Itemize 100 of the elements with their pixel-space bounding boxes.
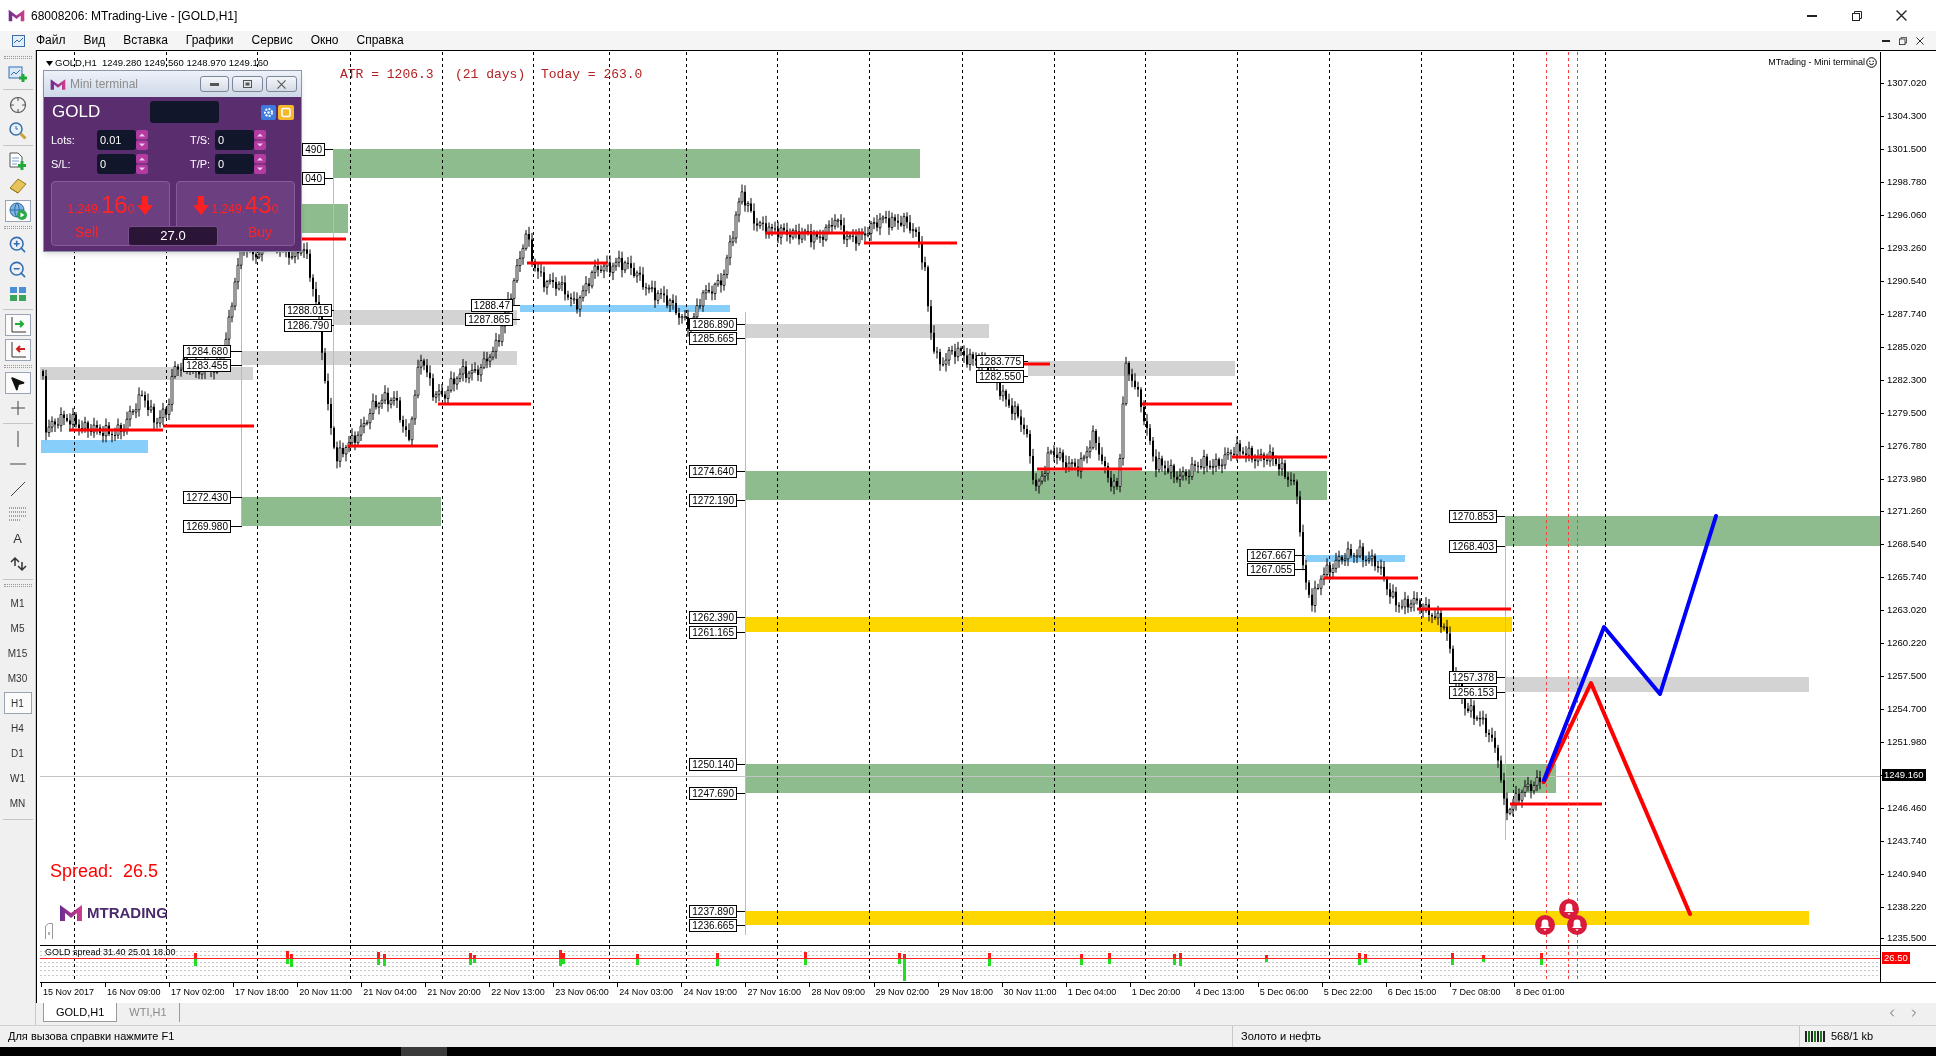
- input-field[interactable]: [150, 101, 219, 123]
- time-axis-label: 1 Dec 20:00: [1131, 986, 1181, 998]
- price-label: 1257.378: [1449, 671, 1497, 684]
- spinner-icon[interactable]: [136, 130, 148, 150]
- taskbar-item: [401, 1047, 447, 1056]
- zoom-out-icon: [8, 259, 27, 279]
- time-axis-label: 6 Dec 15:00: [1387, 986, 1437, 998]
- chart-caption: MTrading - Mini terminal: [1768, 57, 1865, 68]
- time-axis-label: 23 Nov 06:00: [555, 986, 609, 998]
- connection-icon: [1805, 1031, 1827, 1042]
- alert-bell-icon[interactable]: [1535, 915, 1555, 935]
- timeframe-button[interactable]: MN: [3, 792, 32, 814]
- current-price-label: 1249.160: [1882, 769, 1926, 782]
- timeframe-button[interactable]: W1: [3, 767, 32, 789]
- price-label: 1288.47: [470, 299, 513, 312]
- menu-item[interactable]: Вставка: [123, 33, 168, 48]
- eraser-icon: [7, 177, 28, 195]
- number-field[interactable]: 0: [215, 154, 254, 174]
- number-field[interactable]: 0.01: [97, 130, 136, 150]
- chart-shift-button[interactable]: [4, 314, 31, 336]
- time-axis-label: 20 Nov 11:00: [299, 986, 353, 998]
- timeframe-button[interactable]: M30: [3, 667, 32, 689]
- price-label: 1272.190: [689, 494, 737, 507]
- field-label: T/S:: [190, 132, 212, 148]
- file-add-icon: [8, 151, 27, 171]
- price-label: 1236.665: [689, 919, 737, 932]
- spinner-icon[interactable]: [254, 154, 266, 174]
- price-axis-label: 1260.220: [1887, 637, 1927, 650]
- tile-icon[interactable]: [278, 104, 294, 120]
- timeframe-button[interactable]: D1: [3, 742, 32, 764]
- time-axis-label: 21 Nov 20:00: [427, 986, 481, 998]
- minimize-button[interactable]: [200, 76, 229, 92]
- terminal-title: Mini terminal: [70, 76, 138, 93]
- time-axis-label: 7 Dec 08:00: [1451, 986, 1501, 998]
- minimize-icon[interactable]: [1882, 39, 1890, 42]
- crosshair-icon: [8, 96, 27, 114]
- restore-button[interactable]: [232, 76, 263, 92]
- autoscroll-button[interactable]: [4, 339, 31, 361]
- indicator-title: GOLD spread 31.40 25.01 18.00: [45, 947, 176, 958]
- spinner-icon[interactable]: [136, 154, 148, 174]
- timeframe-button[interactable]: M15: [3, 642, 32, 664]
- price-label: 1267.667: [1247, 549, 1295, 562]
- price-axis-label: 1298.780: [1887, 175, 1927, 188]
- timeframe-button[interactable]: H1: [3, 692, 32, 714]
- cursor-button[interactable]: [4, 372, 31, 394]
- traffic-text: 568/1 kb: [1831, 1029, 1874, 1045]
- price-axis-label: 1293.260: [1887, 241, 1927, 254]
- price-axis-label: 1251.980: [1887, 736, 1927, 749]
- price-label: 490: [302, 143, 325, 156]
- price-axis-label: 1254.700: [1887, 703, 1927, 716]
- close-icon: [277, 79, 286, 89]
- restore-icon: [1851, 10, 1862, 21]
- menu-item[interactable]: Графики: [185, 33, 234, 48]
- chart-window-icon[interactable]: [12, 34, 25, 47]
- price-axis-label: 1243.740: [1887, 835, 1927, 848]
- spinner-icon[interactable]: [254, 130, 266, 150]
- price-label: 1256.153: [1449, 686, 1497, 699]
- timeframe-button[interactable]: M1: [3, 592, 32, 614]
- atr-text: (21 days): [455, 68, 526, 82]
- price-axis-label: 1271.260: [1887, 505, 1927, 518]
- timeframe-button[interactable]: H4: [3, 717, 32, 739]
- tester-button[interactable]: [4, 200, 31, 222]
- cursor-icon: [9, 374, 26, 392]
- time-axis-label: 15 Nov 2017: [43, 986, 95, 998]
- menu-item[interactable]: Окно: [310, 33, 339, 48]
- close-icon[interactable]: [1916, 36, 1924, 45]
- menu-item[interactable]: Сервис: [251, 33, 293, 48]
- alert-bell-icon[interactable]: [1559, 899, 1579, 919]
- restore-icon[interactable]: [1899, 36, 1907, 45]
- fibonacci-icon: [8, 506, 27, 522]
- time-axis-label: 4 Dec 13:00: [1195, 986, 1245, 998]
- grid-icon: [8, 286, 27, 302]
- buy-price: 1,249.430: [211, 193, 279, 217]
- handle-icon[interactable]: [45, 923, 53, 939]
- close-button[interactable]: [266, 76, 297, 92]
- price-axis-label: 1235.500: [1887, 932, 1927, 944]
- time-axis-label: 29 Nov 02:00: [875, 986, 930, 998]
- menu-item[interactable]: Вид: [83, 33, 106, 48]
- caret-icon[interactable]: [46, 61, 53, 66]
- price-label: 1268.403: [1449, 540, 1497, 553]
- alert-bell-icon[interactable]: [1567, 915, 1587, 935]
- price-axis-label: 1246.460: [1887, 802, 1927, 815]
- timeframe-button[interactable]: M5: [3, 617, 32, 639]
- zoom-in-icon: [8, 234, 27, 254]
- price-label: 040: [302, 172, 325, 185]
- time-axis-label: 28 Nov 09:00: [811, 986, 865, 998]
- menu-item[interactable]: Справка: [356, 33, 404, 48]
- number-field[interactable]: 0: [97, 154, 136, 174]
- close-icon: [1896, 10, 1907, 21]
- profile-name: Золото и нефть: [1241, 1029, 1321, 1045]
- price-axis-label: 1307.020: [1887, 77, 1927, 89]
- number-field[interactable]: 0: [215, 130, 254, 150]
- text-tool-button[interactable]: A: [4, 528, 31, 550]
- settings-icon[interactable]: [261, 104, 276, 120]
- chart-tab[interactable]: GOLD,H1: [43, 1003, 118, 1022]
- time-axis-label: 16 Nov 09:00: [107, 986, 161, 998]
- time-axis-label: 30 Nov 11:00: [1003, 986, 1057, 998]
- price-axis-label: 1265.740: [1887, 571, 1927, 584]
- menu-item[interactable]: Файл: [36, 33, 66, 48]
- price-label: 1274.640: [689, 465, 737, 478]
